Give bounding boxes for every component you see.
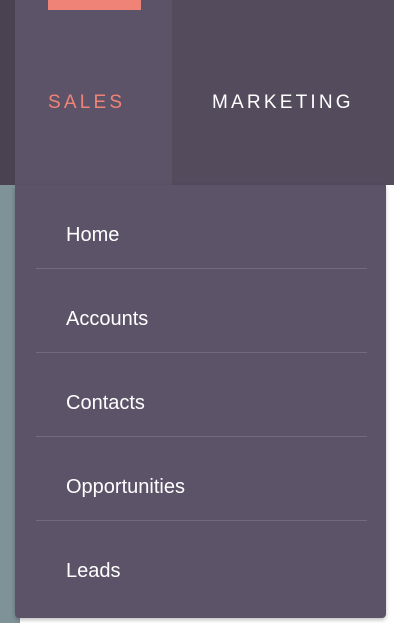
menu-item-label: Leads	[66, 560, 121, 582]
menu-item-label: Contacts	[66, 392, 145, 414]
tab-marketing[interactable]: MARKETING	[212, 90, 354, 116]
menu-item-label: Opportunities	[66, 476, 185, 498]
top-navigation-bar: SALES MARKETING	[0, 0, 394, 185]
menu-item-leads[interactable]: Leads	[36, 521, 367, 605]
background-page-right	[385, 185, 394, 623]
active-tab-indicator	[48, 0, 141, 10]
nav-left-edge	[0, 0, 15, 185]
menu-item-contacts[interactable]: Contacts	[36, 353, 367, 437]
menu-item-opportunities[interactable]: Opportunities	[36, 437, 367, 521]
menu-item-home[interactable]: Home	[36, 185, 367, 269]
menu-item-label: Home	[66, 224, 120, 246]
menu-item-label: Accounts	[66, 308, 149, 330]
menu-item-accounts[interactable]: Accounts	[36, 269, 367, 353]
sales-dropdown-menu: Home Accounts Contacts Opportunities Lea…	[15, 185, 386, 618]
tab-sales-label[interactable]: SALES	[48, 90, 125, 116]
